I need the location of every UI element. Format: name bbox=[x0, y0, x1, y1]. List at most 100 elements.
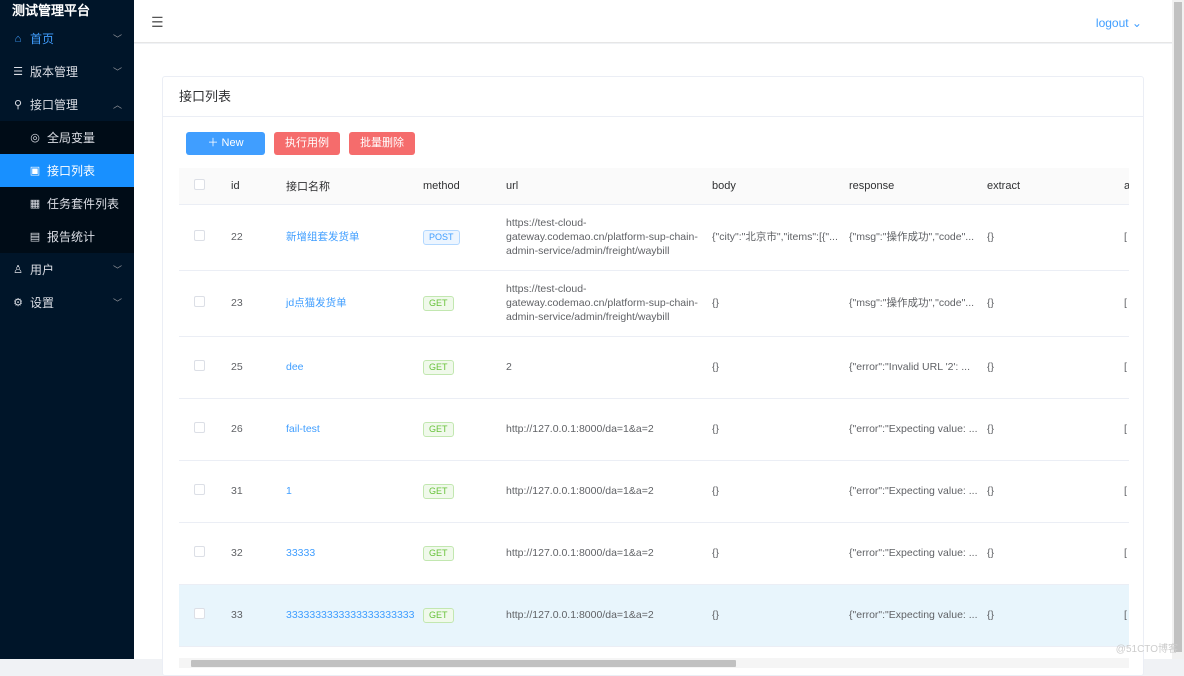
response-cell: {"error":"Expecting value: ... bbox=[849, 485, 978, 497]
name-link[interactable]: dee bbox=[286, 361, 304, 373]
vertical-scrollbar[interactable] bbox=[1172, 0, 1184, 659]
cell-last: [ a bbox=[1124, 460, 1129, 523]
name-link[interactable]: 3333333333333333333333 bbox=[286, 609, 414, 621]
horizontal-scrollbar[interactable] bbox=[179, 658, 1129, 668]
chevron-up-icon: ︿ bbox=[112, 100, 122, 110]
table-row[interactable]: 23 jd点猫发货单 GET https://test-cloud-gateway.c… bbox=[179, 270, 1129, 337]
cell-method: GET bbox=[423, 270, 506, 337]
watch-icon: ◎ bbox=[30, 132, 40, 144]
method-badge: GET bbox=[423, 295, 454, 311]
cell-method: GET bbox=[423, 584, 506, 647]
sidebar-item-label: 任务套件列表 bbox=[47, 197, 120, 211]
sidebar-item-user[interactable]: ♙ 用户 ﹀ bbox=[0, 253, 134, 286]
clipped-cell: [ " bbox=[1124, 231, 1129, 243]
url-cell: http://127.0.0.1:8000/da=1&a=2 bbox=[506, 485, 654, 497]
row-checkbox[interactable] bbox=[194, 545, 205, 557]
select-all-checkbox[interactable] bbox=[194, 178, 205, 190]
sidebar-item-gear[interactable]: ⚙ 设置 ﹀ bbox=[0, 286, 134, 319]
table-row[interactable]: 22 新增组套发货单 POST https://test-cloud-gateway.… bbox=[179, 204, 1129, 271]
cell-response: {"error":"Expecting value: ... bbox=[849, 584, 987, 647]
clipped-cell: [ a bbox=[1124, 485, 1129, 497]
sidebar-item-watch[interactable]: ◎ 全局变量 bbox=[0, 121, 134, 154]
cell-name: dee bbox=[286, 336, 423, 399]
sidebar-item-label: 用户 bbox=[30, 263, 55, 277]
api-table: id 接口名称 method url body response extract a 22 新增… bbox=[179, 168, 1129, 658]
cell-last: [ " bbox=[1124, 204, 1129, 271]
table-row[interactable]: 33 3333333333333333333333 GET http://127.0.… bbox=[179, 584, 1129, 647]
sidebar-item-label: 接口列表 bbox=[47, 164, 96, 178]
sidebar-item-table[interactable]: ▣ 接口列表 bbox=[0, 154, 134, 187]
sidebar-item-link[interactable]: ⚲ 接口管理 ︿ bbox=[0, 88, 134, 121]
name-link[interactable]: jd点猫发货单 bbox=[286, 297, 347, 309]
cell-extract: {} bbox=[987, 336, 1124, 399]
table-row[interactable]: 25 dee GET 2 {} {"error":"Invalid URL '2': ..… bbox=[179, 336, 1129, 399]
sidebar-item-terminal[interactable]: ▤ 报告统计 bbox=[0, 220, 134, 253]
name-link[interactable]: fail-test bbox=[286, 423, 320, 435]
url-cell: http://127.0.0.1:8000/da=1&a=2 bbox=[506, 609, 654, 621]
logout-dropdown[interactable]: logout ⌄ bbox=[1096, 16, 1142, 30]
sidebar: 测试管理平台 ⌂ 首页 ﹀ ☰ 版本管理 ﹀ ⚲ 接口管理 ︿ ◎ 全局变量 ▣ 接口列表 ▦ 任务套件列… bbox=[0, 0, 134, 659]
cell-id: 26 bbox=[231, 398, 286, 461]
name-link[interactable]: 新增组套发货单 bbox=[286, 231, 360, 243]
cell-url: http://127.0.0.1:8000/da=1&a=2 bbox=[506, 460, 712, 523]
cell-method: GET bbox=[423, 522, 506, 585]
sidebar-item-home[interactable]: ⌂ 首页 ﹀ bbox=[0, 22, 134, 55]
url-cell: http://127.0.0.1:8000/da=1&a=2 bbox=[506, 547, 654, 559]
method-badge: GET bbox=[423, 483, 454, 499]
id-cell: 22 bbox=[231, 231, 243, 243]
id-cell: 26 bbox=[231, 423, 243, 435]
clipped-cell: [ 2 bbox=[1124, 609, 1129, 621]
run-cases-button[interactable]: 执行用例 bbox=[274, 132, 340, 155]
id-cell: 33 bbox=[231, 609, 243, 621]
link-icon: ⚲ bbox=[13, 99, 23, 111]
row-checkbox-cell bbox=[179, 522, 231, 585]
row-checkbox[interactable] bbox=[194, 607, 205, 619]
name-link[interactable]: 33333 bbox=[286, 547, 315, 559]
row-checkbox-cell bbox=[179, 336, 231, 399]
id-cell: 25 bbox=[231, 361, 243, 373]
table-row[interactable]: 32 33333 GET http://127.0.0.1:8000/da=1&a=2… bbox=[179, 522, 1129, 585]
cell-last: [ p bbox=[1124, 522, 1129, 585]
collapse-menu-icon[interactable]: ☰ bbox=[151, 14, 164, 31]
cell-url: http://127.0.0.1:8000/da=1&a=2 bbox=[506, 522, 712, 585]
grid-icon: ▦ bbox=[29, 198, 41, 210]
cell-body: {} bbox=[712, 584, 849, 647]
table-row[interactable]: 26 fail-test GET http://127.0.0.1:8000/da=1… bbox=[179, 398, 1129, 461]
main-content: 接口列表 ＋ New Case 执行用例 批量删除 id 接口名称 method ur… bbox=[134, 44, 1172, 676]
body-cell: {} bbox=[712, 361, 720, 373]
batch-delete-button[interactable]: 批量删除 bbox=[349, 132, 415, 155]
row-checkbox[interactable] bbox=[194, 421, 205, 433]
table-row[interactable]: 31 1 GET http://127.0.0.1:8000/da=1&a=2 {} {"… bbox=[179, 460, 1129, 523]
cell-response: {"error":"Expecting value: ... bbox=[849, 398, 987, 461]
body-cell: {} bbox=[712, 297, 720, 309]
url-cell: 2 bbox=[506, 361, 512, 373]
row-checkbox[interactable] bbox=[194, 483, 205, 495]
sidebar-item-menu[interactable]: ☰ 版本管理 ﹀ bbox=[0, 55, 134, 88]
cell-id: 32 bbox=[231, 522, 286, 585]
name-link[interactable]: 1 bbox=[286, 485, 292, 497]
cell-name: 33333 bbox=[286, 522, 423, 585]
chevron-down-icon: ﹀ bbox=[112, 265, 122, 275]
response-cell: {"msg":"操作成功","code"... bbox=[849, 231, 975, 243]
response-cell: {"error":"Expecting value: ... bbox=[849, 609, 978, 621]
row-checkbox[interactable] bbox=[194, 295, 205, 307]
sidebar-item-grid[interactable]: ▦ 任务套件列表 bbox=[0, 187, 134, 220]
column-header-7: a bbox=[1124, 168, 1129, 205]
sidebar-item-label: 设置 bbox=[30, 296, 55, 310]
extract-cell: {} bbox=[987, 547, 995, 559]
method-badge: GET bbox=[423, 607, 454, 623]
cell-last: [ a bbox=[1124, 398, 1129, 461]
scrollbar-thumb[interactable] bbox=[191, 660, 736, 667]
new-case-button[interactable]: ＋ New Case bbox=[186, 132, 265, 172]
row-checkbox[interactable] bbox=[194, 359, 205, 371]
column-header-2: method bbox=[423, 168, 506, 205]
user-icon: ♙ bbox=[13, 264, 23, 276]
extract-cell: {} bbox=[987, 423, 995, 435]
row-checkbox[interactable] bbox=[194, 229, 205, 241]
cell-name: fail-test bbox=[286, 398, 423, 461]
column-header-1: 接口名称 bbox=[286, 168, 423, 205]
scrollbar-thumb[interactable] bbox=[1174, 2, 1182, 652]
terminal-icon: ▤ bbox=[29, 231, 41, 243]
cell-method: GET bbox=[423, 336, 506, 399]
cell-name: 3333333333333333333333 bbox=[286, 584, 423, 647]
